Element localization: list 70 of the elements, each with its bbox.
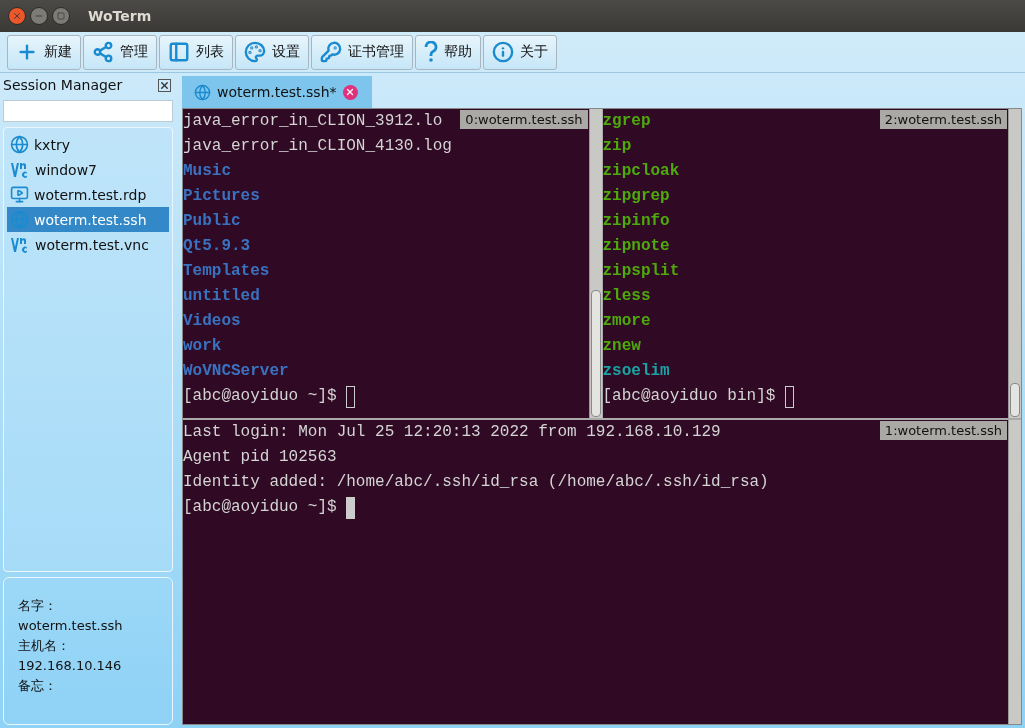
terminal-line: zip xyxy=(602,136,632,157)
info-line: 192.168.10.146 xyxy=(18,657,123,675)
terminal-line: work xyxy=(183,336,222,357)
scrollbar[interactable] xyxy=(1008,420,1021,724)
terminal-line: zipcloak xyxy=(602,161,680,182)
info-line: 主机名： xyxy=(18,637,71,655)
terminal-line: zmore xyxy=(602,311,651,332)
terminal-pane[interactable]: Last login: Mon Jul 25 12:20:13 2022 from 192.168.10.129 Agent pid 102563 Identity added: /home/abc/.ssh/id_rsa (/home/abc/.ssh/id_rsa) [abc@aoyiduo ~]$ 1:woterm.test.ssh xyxy=(183,420,1021,724)
session-item[interactable]: woterm.test.rdp xyxy=(7,182,169,207)
toolbar-button[interactable]: 管理 xyxy=(83,34,157,70)
terminal-line: [abc@aoyiduo ~]$ xyxy=(183,386,338,407)
terminal-pane[interactable]: java_error_in_CLION_3912.lo java_error_in_CLION_4130.log Music Pictures Public Qt5.9.3 Templates untitled Videos work WoVNCServer [abc@aoyiduo ~]$ 0:woterm.test.ssh xyxy=(183,109,602,418)
pane-label: 1:woterm.test.ssh xyxy=(879,421,1007,440)
terminal-line: zipgrep xyxy=(602,186,670,207)
terminal-line: [abc@aoyiduo ~]$ xyxy=(183,497,338,518)
help-icon xyxy=(424,41,438,63)
toolbar-button[interactable]: 设置 xyxy=(235,34,309,70)
toolbar-button[interactable]: 关于 xyxy=(483,34,557,70)
session-item[interactable]: woterm.test.ssh xyxy=(7,207,169,232)
close-icon[interactable] xyxy=(158,78,171,92)
terminal-line: Last login: Mon Jul 25 12:20:13 2022 from 192.168.10.129 xyxy=(183,422,721,443)
terminal-line: Agent pid 102563 xyxy=(183,447,337,468)
monitor-icon xyxy=(10,185,29,204)
terminal-line: untitled xyxy=(183,286,260,307)
maximize-icon[interactable] xyxy=(57,12,65,20)
terminal-line: Identity added: /home/abc/.ssh/id_rsa (/home/abc/.ssh/id_rsa) xyxy=(183,472,769,493)
info-line: woterm.test.ssh xyxy=(18,617,124,635)
scrollbar[interactable] xyxy=(588,109,602,418)
toolbar-button[interactable]: 新建 xyxy=(7,34,81,70)
terminal-line: WoVNCServer xyxy=(183,361,289,382)
toolbar-icon xyxy=(92,41,114,63)
window-title: WoTerm xyxy=(88,8,152,24)
terminal-pane[interactable]: zgrep zip zipcloak zipgrep zipinfo zipnote zipsplit zless zmore znew zsoelim [abc@aoyiduo bin]$ 2:woterm.test.ssh xyxy=(602,109,1021,418)
terminal-line: zgrep xyxy=(602,111,651,132)
terminal-line: Qt5.9.3 xyxy=(183,236,251,257)
terminal-line: Pictures xyxy=(183,186,260,207)
terminal-line: zipsplit xyxy=(602,261,680,282)
terminal-line: Videos xyxy=(183,311,241,332)
globe-icon xyxy=(10,210,29,229)
info-line: 备忘： xyxy=(18,677,58,695)
terminal-line: zless xyxy=(602,286,651,307)
terminal-line: java_error_in_CLION_3912.lo xyxy=(183,111,443,132)
toolbar-icon xyxy=(244,41,266,63)
terminal-line: znew xyxy=(602,336,641,357)
toolbar-icon xyxy=(492,41,514,63)
pane-label: 0:woterm.test.ssh xyxy=(460,110,588,129)
terminal-line: zsoelim xyxy=(602,361,670,382)
toolbar-button[interactable]: 证书管理 xyxy=(311,34,413,70)
search-field[interactable] xyxy=(3,100,173,122)
terminal-line: java_error_in_CLION_4130.log xyxy=(183,136,452,157)
globe-icon xyxy=(194,83,211,101)
toolbar-button[interactable]: 列表 xyxy=(159,34,233,70)
toolbar-icon xyxy=(168,41,190,63)
terminal-line: Public xyxy=(183,211,241,232)
terminal-line: Music xyxy=(183,161,231,182)
terminal-line: [abc@aoyiduo bin]$ xyxy=(602,386,777,407)
scrollbar[interactable] xyxy=(1008,109,1021,418)
session-item[interactable]: kxtry xyxy=(7,132,169,157)
panel-title: Session Manager xyxy=(3,77,123,93)
terminal-line: zipinfo xyxy=(602,211,670,232)
info-line: 名字： xyxy=(18,597,58,615)
terminal-line: zipnote xyxy=(602,236,670,257)
toolbar-button[interactable]: 帮助 xyxy=(415,34,481,70)
toolbar-icon xyxy=(320,41,342,63)
session-item[interactable]: woterm.test.vnc xyxy=(7,232,169,257)
globe-icon xyxy=(10,135,29,154)
session-item[interactable]: window7 xyxy=(7,157,169,182)
terminal-line: Templates xyxy=(183,261,270,282)
tab[interactable]: woterm.test.ssh* xyxy=(182,76,372,108)
pane-label: 2:woterm.test.ssh xyxy=(879,110,1007,129)
